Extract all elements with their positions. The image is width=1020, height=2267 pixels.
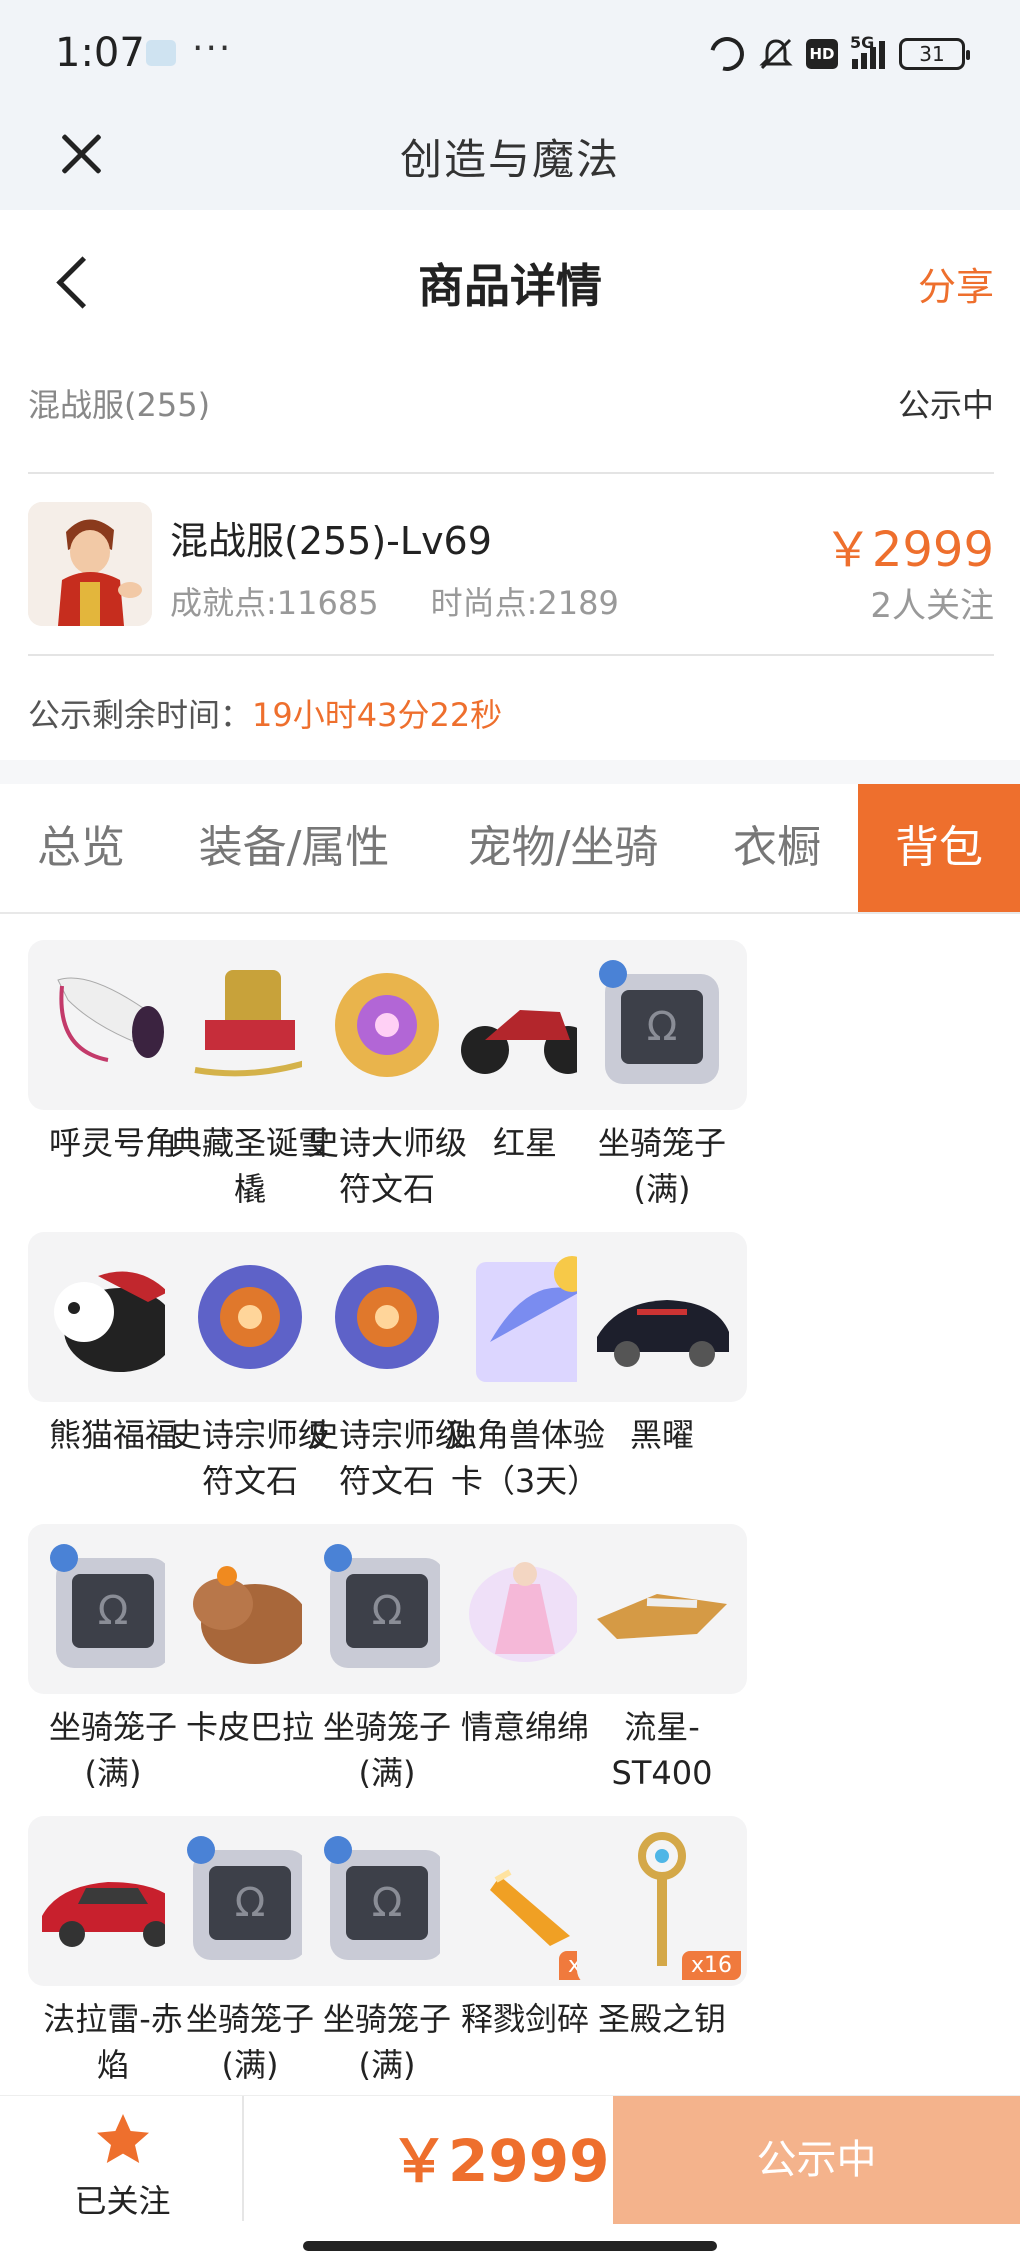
follow-button[interactable]: 已关注: [40, 2110, 205, 2220]
listing-name: 混战服(255)-Lv69: [170, 519, 492, 563]
achievement-points: 成就点:11685: [170, 584, 379, 622]
app-title: 创造与魔法: [399, 135, 620, 184]
svg-text:Ω: Ω: [372, 1880, 403, 1926]
bottom-price: ￥2999: [390, 2127, 610, 2195]
hd-icon: HD: [806, 39, 838, 69]
status-icons: HD 5G 31: [703, 30, 970, 78]
tab-pets-mounts[interactable]: 宠物/坐骑: [440, 784, 686, 912]
car-black-icon: [577, 1232, 747, 1402]
svg-text:Ω: Ω: [647, 1004, 678, 1050]
follow-label: 已关注: [74, 2182, 171, 2220]
remaining-time: 公示剩余时间：19小时43分22秒: [28, 690, 502, 736]
quantity-badge: x16: [681, 1951, 741, 1980]
status-bar: 1:07 ··· HD 5G 31: [0, 0, 1020, 110]
hover-bike-icon: [577, 1524, 747, 1694]
divider: [28, 654, 994, 656]
top-bar: 1:07 ··· HD 5G 31 创造与魔法: [0, 0, 1020, 210]
share-button[interactable]: 分享: [918, 256, 994, 311]
follower-count: 2人关注: [870, 586, 994, 626]
home-indicator: [303, 2241, 717, 2251]
item-label: 坐骑笼子(满): [597, 1124, 726, 1208]
page-header: 商品详情 分享: [0, 210, 1020, 350]
backpack-item[interactable]: 黑曜: [563, 1232, 761, 1458]
muted-bell-icon: [758, 36, 793, 72]
item-label: 流星-ST400: [611, 1708, 713, 1792]
more-notifications-icon: ···: [192, 28, 233, 69]
tab-overview[interactable]: 总览: [0, 784, 162, 912]
server-name: 混战服(255): [28, 386, 211, 424]
tab-equipment[interactable]: 装备/属性: [180, 784, 408, 912]
moon-icon: [703, 30, 751, 78]
key-icon: x16: [577, 1816, 747, 1986]
item-label: 圣殿之钥: [597, 2000, 726, 2038]
listing-price: ￥2999: [823, 522, 994, 578]
section-gap: [0, 760, 1020, 784]
remaining-time-label: 公示剩余时间：: [28, 696, 253, 734]
listing-status: 公示中: [897, 386, 994, 424]
character-avatar: [28, 502, 152, 626]
tab-backpack[interactable]: 背包: [858, 784, 1020, 912]
app-bar: 创造与魔法: [0, 110, 1020, 210]
tab-wardrobe[interactable]: 衣橱: [712, 784, 842, 912]
bottom-action-bar: 已关注 ￥2999 公示中: [0, 2095, 1020, 2267]
svg-text:Ω: Ω: [372, 1588, 403, 1634]
status-time: 1:07: [55, 30, 145, 76]
product-summary[interactable]: 混战服(255)-Lv69 成就点:11685 时尚点:2189 ￥2999 2人…: [0, 474, 1020, 654]
svg-text:Ω: Ω: [98, 1588, 129, 1634]
cloud-icon: [146, 40, 176, 66]
fashion-points: 时尚点:2189: [430, 584, 619, 622]
signal-icon: 5G: [850, 33, 885, 69]
backpack-item[interactable]: Ω 坐骑笼子(满): [563, 940, 761, 1212]
listing-stats: 成就点:11685 时尚点:2189: [170, 578, 619, 624]
item-label: 黑曜: [629, 1416, 694, 1454]
star-icon: [96, 2114, 149, 2163]
tab-bar: 总览 装备/属性 宠物/坐骑 衣橱 背包: [0, 784, 1020, 914]
buy-button[interactable]: 公示中: [613, 2096, 1020, 2224]
backpack-item[interactable]: x16 圣殿之钥: [563, 1816, 761, 2042]
svg-text:Ω: Ω: [235, 1880, 266, 1926]
page-title: 商品详情: [418, 259, 602, 313]
server-row: 混战服(255) 公示中: [28, 380, 994, 440]
backpack-item[interactable]: 流星-ST400: [563, 1524, 761, 1796]
divider: [242, 2096, 244, 2221]
mount-cage-icon: Ω: [577, 940, 747, 1110]
battery-icon: 31: [899, 38, 970, 70]
remaining-time-value: 19小时43分22秒: [252, 696, 503, 734]
